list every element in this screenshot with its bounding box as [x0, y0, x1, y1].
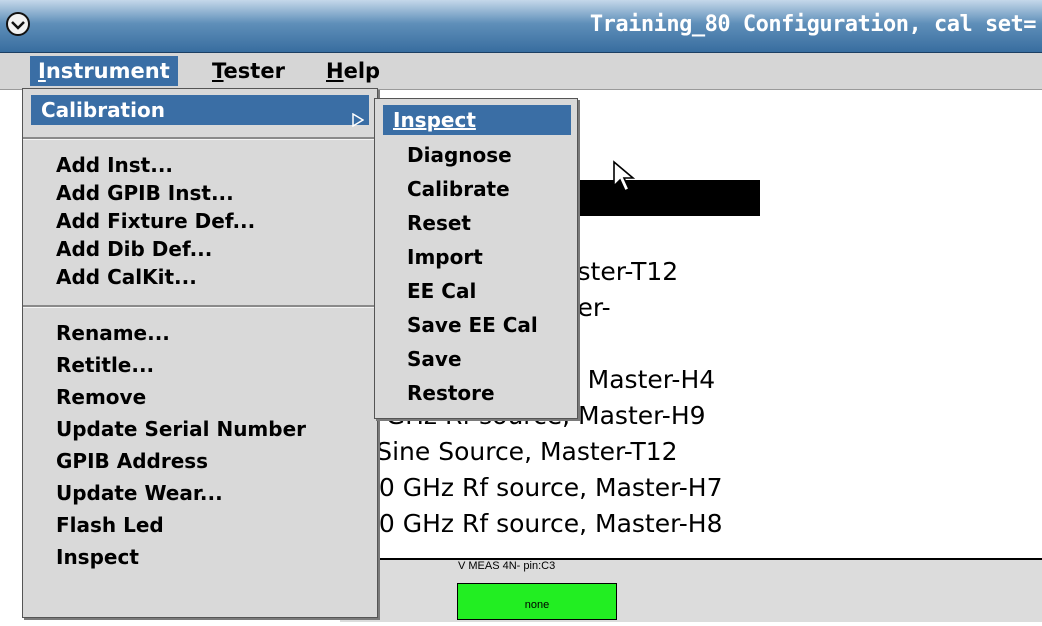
window-title: Training_80 Configuration, cal set=: [589, 12, 1037, 37]
menu-item-update-wear[interactable]: Update Wear...: [46, 478, 223, 508]
submenu-item-import[interactable]: Import: [397, 242, 483, 272]
menu-item-add-inst[interactable]: Add Inst...: [46, 150, 173, 180]
calibration-submenu: Inspect Diagnose Calibrate Reset Import …: [374, 98, 578, 419]
instrument-menu: Calibration Add Inst... Add GPIB Inst...…: [22, 88, 378, 618]
window-menu-button[interactable]: [6, 12, 30, 36]
submenu-item-calibrate[interactable]: Calibrate: [397, 174, 510, 204]
menu-item-retitle[interactable]: Retitle...: [46, 350, 154, 380]
menu-item-add-dib-def[interactable]: Add Dib Def...: [46, 234, 212, 264]
menu-help[interactable]: Help: [318, 56, 388, 86]
submenu-item-save[interactable]: Save: [397, 344, 462, 374]
menu-item-label: Calibration: [41, 98, 165, 122]
triangle-right-icon: [352, 105, 365, 135]
measurement-label: V MEAS 4N- pin:C3: [458, 560, 556, 572]
mouse-pointer-icon: [612, 160, 638, 198]
menu-tester[interactable]: Tester: [204, 56, 293, 86]
title-bar: Training_80 Configuration, cal set=: [0, 0, 1042, 53]
menu-separator: [23, 137, 377, 140]
list-item[interactable]: al Sine Source, Master-T12: [340, 434, 1042, 470]
menu-item-update-serial-number[interactable]: Update Serial Number: [46, 414, 306, 444]
menu-item-rename[interactable]: Rename...: [46, 318, 170, 348]
menu-item-calibration[interactable]: Calibration: [31, 95, 369, 128]
menu-separator: [23, 305, 377, 308]
menu-item-add-gpib-inst[interactable]: Add GPIB Inst...: [46, 178, 234, 208]
menu-bar: Instrument Tester Help: [0, 53, 1042, 90]
submenu-item-reset[interactable]: Reset: [397, 208, 471, 238]
submenu-item-diagnose[interactable]: Diagnose: [397, 140, 512, 170]
menu-instrument[interactable]: Instrument: [30, 56, 178, 86]
measurement-panel: [340, 558, 1042, 622]
list-item[interactable]: - 20 GHz Rf source, Master-H7: [340, 470, 1042, 506]
menu-item-add-fixture-def[interactable]: Add Fixture Def...: [46, 206, 255, 236]
menu-item-gpib-address[interactable]: GPIB Address: [46, 446, 208, 476]
submenu-item-ee-cal[interactable]: EE Cal: [397, 276, 476, 306]
measurement-status-box[interactable]: none: [457, 583, 617, 620]
submenu-item-inspect[interactable]: Inspect: [383, 105, 571, 135]
menu-item-inspect[interactable]: Inspect: [46, 542, 139, 572]
menu-item-remove[interactable]: Remove: [46, 382, 146, 412]
chevron-down-icon: [11, 15, 25, 34]
submenu-item-save-ee-cal[interactable]: Save EE Cal: [397, 310, 538, 340]
menu-item-flash-led[interactable]: Flash Led: [46, 510, 164, 540]
menu-item-add-calkit[interactable]: Add CalKit...: [46, 262, 197, 292]
list-item[interactable]: - 20 GHz Rf source, Master-H8: [340, 506, 1042, 542]
submenu-item-restore[interactable]: Restore: [397, 378, 495, 408]
